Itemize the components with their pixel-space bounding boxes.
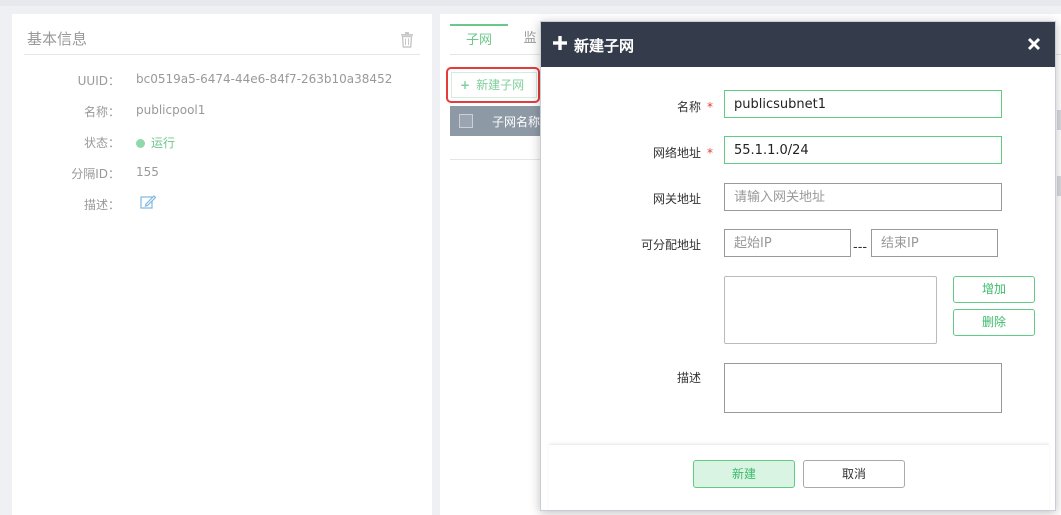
create-button[interactable]: 新建 <box>693 460 795 488</box>
highlight-box <box>446 67 540 103</box>
edit-icon[interactable] <box>140 194 156 210</box>
add-button[interactable]: 增加 <box>953 276 1035 303</box>
network-address-input[interactable] <box>724 136 1002 164</box>
dialog-footer: 新建 取消 <box>549 444 1049 510</box>
scroll-edge <box>1057 110 1061 130</box>
uuid-label: UUID： <box>77 74 120 88</box>
network-label-text: 网络地址 <box>652 146 701 160</box>
description-field-label: 描述 <box>676 371 701 385</box>
dialog-header: 新建子网 <box>541 22 1055 67</box>
required-marker: * <box>707 146 713 160</box>
uuid-value: bc0519a5-6474-44e6-84f7-263b10a38452 <box>136 72 393 86</box>
new-subnet-dialog: 新建子网 名称 * 网络地址 * 网关地址 可分配地址 --- 增加 删除 描述 新… <box>540 21 1056 511</box>
description-label: 描述： <box>83 198 120 212</box>
description-textarea[interactable] <box>724 363 1002 413</box>
top-strip <box>0 0 1061 6</box>
info-row-uuid: UUID： bc0519a5-6474-44e6-84f7-263b10a384… <box>12 72 432 92</box>
tab-subnet[interactable]: 子网 <box>450 24 508 54</box>
allocation-field-label: 可分配地址 <box>640 238 701 252</box>
status-dot <box>136 139 145 148</box>
table-header: 子网名称 <box>450 106 550 136</box>
info-row-description: 描述： <box>12 194 432 216</box>
segment-id-value: 155 <box>136 165 159 179</box>
name-input[interactable] <box>724 90 1002 118</box>
panel-title: 基本信息 <box>27 30 88 48</box>
gateway-field-label: 网关地址 <box>652 192 701 206</box>
divider <box>24 54 420 55</box>
required-marker: * <box>707 100 713 114</box>
allocation-pool-list[interactable] <box>724 276 937 344</box>
select-all-checkbox[interactable] <box>459 114 473 128</box>
column-subnet-name: 子网名称 <box>492 115 541 129</box>
status-label: 状态： <box>83 136 120 150</box>
info-row-status: 状态： 运行 <box>12 134 432 154</box>
status-value: 运行 <box>136 134 175 151</box>
info-row-name: 名称： publicpool1 <box>12 103 432 123</box>
basic-info-panel: 基本信息 UUID： bc0519a5-6474-44e6-84f7-263b1… <box>12 14 432 515</box>
scroll-edge <box>1057 176 1061 196</box>
start-ip-input[interactable] <box>724 229 851 257</box>
name-field-label: 名称 * <box>633 98 713 115</box>
name-label-text: 名称 <box>676 100 701 114</box>
range-separator: --- <box>853 240 868 255</box>
end-ip-input[interactable] <box>871 229 998 257</box>
gateway-address-input[interactable] <box>724 183 1002 211</box>
info-row-segment-id: 分隔ID： 155 <box>12 165 432 185</box>
delete-button[interactable]: 删除 <box>953 309 1035 336</box>
network-field-label: 网络地址 * <box>633 144 713 161</box>
segment-id-label: 分隔ID： <box>71 167 120 181</box>
table-empty-row <box>450 136 550 160</box>
plus-icon <box>553 36 567 50</box>
cancel-button[interactable]: 取消 <box>803 460 905 488</box>
name-label: 名称： <box>83 105 120 119</box>
name-value: publicpool1 <box>136 103 206 117</box>
status-text: 运行 <box>151 136 176 150</box>
close-icon[interactable] <box>1027 37 1041 51</box>
dialog-title: 新建子网 <box>574 37 635 55</box>
trash-icon[interactable] <box>400 32 414 48</box>
